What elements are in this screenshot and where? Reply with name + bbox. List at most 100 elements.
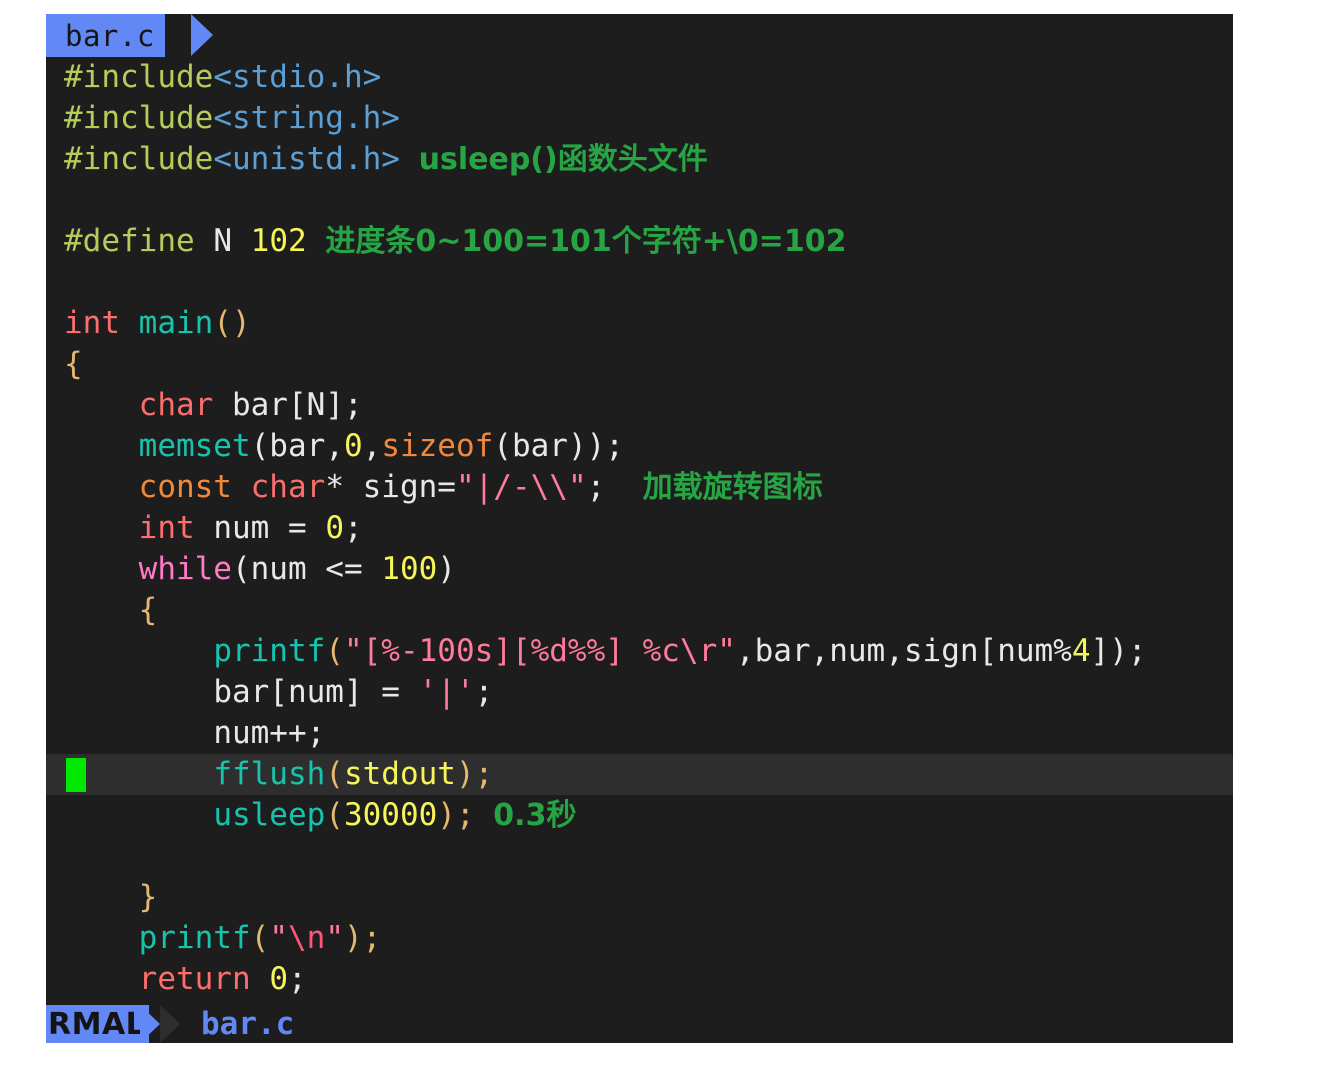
status-mode-indicator: RMAL	[46, 1005, 150, 1043]
token-function: printf	[213, 633, 326, 669]
token-paren: (	[250, 920, 270, 956]
token-plain: )	[437, 551, 456, 587]
token-string: "[%-100s][%d%%] %c\r"	[343, 633, 736, 669]
code-line: num++;	[46, 713, 1233, 754]
token-plain: bar[N];	[213, 387, 363, 423]
tabline: bar.c	[46, 14, 1233, 57]
mode-arrow-icon	[140, 1005, 160, 1043]
token-plain: ,bar,num,sign[num%	[735, 633, 1072, 669]
token-paren: );	[437, 797, 475, 833]
token-function: memset	[138, 428, 251, 464]
tab-label: bar.c	[65, 18, 155, 53]
token-paren: );	[455, 756, 494, 792]
token-plain: (num <=	[231, 551, 382, 587]
token-preprocessor: #include	[64, 100, 214, 136]
token-function: fflush	[213, 756, 326, 792]
token-function: main	[138, 305, 214, 341]
token-number: 102	[250, 223, 307, 259]
annotation-sleep-duration: 0.3秒	[493, 798, 577, 833]
token-keyword: char	[138, 387, 214, 423]
token-string: "	[325, 920, 344, 956]
token-number: 0	[343, 428, 363, 464]
token-header: <string.h>	[213, 100, 400, 136]
token-brace: {	[138, 592, 158, 628]
screenshot-root: bar.c #include<stdio.h> #include<string.…	[0, 0, 1318, 1077]
code-line: #define N 102 进度条0~100=101个字符+\0=102	[46, 221, 1233, 262]
token-plain: ]);	[1090, 633, 1147, 669]
token-string: "	[269, 920, 288, 956]
token-paren: );	[343, 920, 382, 956]
token-paren: (	[325, 633, 344, 669]
status-filename: bar.c	[201, 1006, 295, 1042]
statusline: RMAL bar.c	[46, 1005, 1233, 1043]
token-plain: ,	[362, 428, 382, 464]
annotation-progressbar-size: 进度条0~100=101个字符+\0=102	[325, 224, 847, 259]
token-const: const	[138, 469, 232, 505]
token-keyword: int	[64, 305, 120, 341]
code-line: memset(bar,0,sizeof(bar));	[46, 426, 1233, 467]
annotation-spinner-icon: 加载旋转图标	[642, 470, 823, 505]
tab-arrow-icon	[191, 14, 213, 56]
code-area[interactable]: #include<stdio.h> #include<string.h> #in…	[46, 57, 1233, 1005]
token-number: 100	[381, 551, 438, 587]
token-plain: (bar));	[493, 428, 624, 464]
code-line: #include<string.h>	[46, 98, 1233, 139]
token-number: 0	[325, 510, 344, 546]
code-line-cursor: fflush(stdout);	[46, 754, 1233, 795]
token-paren: ()	[213, 305, 251, 341]
token-preprocessor: #include	[64, 141, 214, 177]
token-function: printf	[138, 920, 251, 956]
token-plain: ;	[343, 510, 363, 546]
code-line: int main()	[46, 303, 1233, 344]
token-brace: {	[64, 346, 83, 382]
code-line: {	[46, 590, 1233, 631]
code-line: }	[46, 877, 1233, 918]
code-line: #include<stdio.h>	[46, 57, 1233, 98]
tab-bar-c[interactable]: bar.c	[46, 14, 165, 57]
token-number: 30000	[343, 797, 438, 833]
token-keyword: char	[231, 469, 326, 505]
code-line: int num = 0;	[46, 508, 1233, 549]
token-plain: bar[num] =	[213, 674, 419, 710]
token-plain: (bar,	[250, 428, 344, 464]
vim-editor-window[interactable]: bar.c #include<stdio.h> #include<string.…	[46, 14, 1233, 1043]
token-keyword-return: return	[138, 961, 251, 997]
code-line: bar[num] = '|';	[46, 672, 1233, 713]
token-brace: }	[138, 879, 158, 915]
code-line: usleep(30000); 0.3秒	[46, 795, 1233, 836]
code-line: #include<unistd.h> usleep()函数头文件	[46, 139, 1233, 180]
token-sizeof: sizeof	[381, 428, 494, 464]
token-number: 0	[269, 961, 288, 997]
token-plain: num++;	[213, 715, 326, 751]
token-header: <unistd.h>	[213, 141, 400, 177]
code-line: printf("\n");	[46, 918, 1233, 959]
annotation-usleep-header: usleep()函数头文件	[418, 142, 708, 177]
token-plain: ;	[287, 961, 307, 997]
token-plain: * sign=	[325, 469, 456, 505]
token-plain: ;	[474, 674, 494, 710]
code-line: while(num <= 100)	[46, 549, 1233, 590]
cursor-block	[66, 758, 86, 792]
token-char-literal: '|'	[418, 674, 475, 710]
code-line: const char* sign="|/-\\"; 加载旋转图标	[46, 467, 1233, 508]
token-plain: num =	[194, 510, 326, 546]
token-function: usleep	[213, 797, 326, 833]
token-string: "|/-\\"	[455, 469, 587, 505]
token-macro-name: N	[194, 223, 251, 259]
status-mode-label: RMAL	[48, 1006, 146, 1042]
code-line: return 0;	[46, 959, 1233, 1000]
token-paren: (	[325, 756, 344, 792]
section-arrow-icon	[160, 1005, 180, 1043]
code-line: printf("[%-100s][%d%%] %c\r",bar,num,sig…	[46, 631, 1233, 672]
token-escape: \n	[287, 920, 326, 956]
token-header: <stdio.h>	[213, 59, 382, 95]
token-keyword-while: while	[138, 551, 232, 587]
token-number: 4	[1071, 633, 1091, 669]
token-paren: (	[325, 797, 344, 833]
code-line: char bar[N];	[46, 385, 1233, 426]
token-stdout: stdout	[343, 756, 456, 792]
token-preprocessor: #define	[64, 223, 195, 259]
